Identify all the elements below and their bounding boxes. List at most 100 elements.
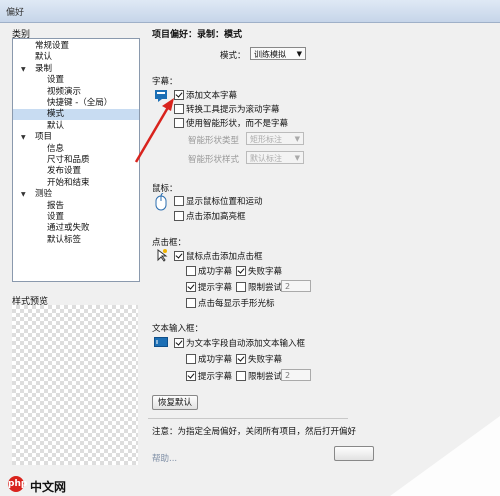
tree-item-label: 测验	[35, 189, 53, 200]
restore-defaults-button[interactable]: 恢复默认	[152, 395, 198, 410]
auto-text-input-label: 为文本字段自动添加文本输入框	[186, 339, 306, 349]
click-success-label: 成功字幕	[198, 267, 233, 277]
auto-text-input-checkbox[interactable]	[174, 338, 184, 348]
click-fail-checkbox[interactable]	[236, 266, 246, 276]
click-limit-label: 限制尝试	[248, 283, 283, 293]
php-logo: php	[8, 476, 27, 492]
site-watermark: php 中文网	[4, 474, 114, 494]
tree-item[interactable]: ▼ 录制	[13, 64, 139, 75]
mouse-click-checkbox[interactable]	[174, 251, 184, 261]
tree-item[interactable]: 设置	[13, 212, 139, 223]
smart-shape-type-select[interactable]: 矩形标注 ▼	[246, 132, 304, 145]
tree-item[interactable]: 模式	[13, 109, 139, 121]
tree-item-label: 视频演示	[47, 86, 82, 97]
smart-shape-type-label: 智能形状类型	[188, 136, 240, 146]
click-box-heading: 点击框：	[152, 238, 187, 248]
page-title: 项目偏好：录制：模式	[152, 30, 243, 40]
text-hint-checkbox[interactable]	[186, 371, 196, 381]
smart-shape-style-value: 默认标注	[250, 154, 282, 163]
smart-shape-type-value: 矩形标注	[250, 135, 282, 144]
smart-shape-label: 使用智能形状，而不是字幕	[186, 119, 289, 129]
hand-cursor-label: 点击每显示手形光标	[198, 299, 275, 309]
text-success-checkbox[interactable]	[186, 354, 196, 364]
tree-item-label: 模式	[47, 109, 65, 120]
expand-arrow-icon[interactable]: ▼	[21, 64, 26, 75]
tree-item-label: 默认	[47, 120, 65, 131]
text-limit-stepper[interactable]: 2	[281, 369, 311, 381]
window-title: 偏好	[6, 8, 25, 18]
tree-item[interactable]: 常规设置	[13, 41, 139, 52]
expand-arrow-icon[interactable]: ▼	[21, 132, 26, 143]
show-mouse-position-label: 显示鼠标位置和运动	[186, 197, 263, 207]
tree-item[interactable]: ▼ 测验	[13, 189, 139, 200]
text-fail-label: 失败字幕	[248, 355, 283, 365]
tree-item-label: 常规设置	[35, 41, 70, 51]
preferences-window: 偏好 类别 常规设置 默认 ▼ 录制 设置 视频演示 快捷键 -（全局） 模式 默认 ▼ 项目 信息尺…	[0, 0, 500, 496]
chevron-down-icon: ▼	[294, 135, 300, 143]
show-mouse-position-checkbox[interactable]	[174, 196, 184, 206]
captions-heading: 字幕：	[152, 77, 178, 87]
mode-select[interactable]: 训练模拟 ▼	[250, 47, 306, 60]
style-preview	[12, 305, 138, 465]
tree-item[interactable]: 信息	[13, 144, 139, 155]
tree-item[interactable]: 通过或失败	[13, 223, 139, 234]
click-hint-checkbox[interactable]	[186, 282, 196, 292]
chevron-down-icon: ▼	[296, 50, 302, 58]
add-text-captions-label: 添加文本字幕	[186, 91, 238, 101]
tree-item[interactable]: 快捷键 -（全局）	[13, 98, 139, 109]
smart-shape-style-select[interactable]: 默认标注 ▼	[246, 151, 304, 164]
mode-label: 模式：	[220, 51, 246, 61]
tree-item[interactable]: 尺寸和品质	[13, 155, 139, 166]
tree-item[interactable]: 开始和结束	[13, 178, 139, 189]
text-limit-value: 2	[285, 371, 291, 380]
tree-item[interactable]: 发布设置	[13, 166, 139, 177]
click-hint-label: 提示字幕	[198, 283, 233, 293]
tree-item-label: 设置	[47, 212, 65, 222]
watermark-text: 中文网	[30, 480, 67, 494]
tree-item[interactable]: 默认	[13, 52, 139, 63]
tree-item[interactable]: 报告	[13, 201, 139, 212]
tree-item[interactable]: 设置	[13, 75, 139, 86]
tree-item[interactable]: 视频演示	[13, 87, 139, 98]
click-limit-stepper[interactable]: 2	[281, 280, 311, 292]
tree-item-label: 默认标签	[47, 234, 82, 245]
tree-item-label: 录制	[35, 63, 53, 74]
text-hint-label: 提示字幕	[198, 372, 233, 382]
tree-item-label: 信息	[47, 143, 65, 154]
click-limit-checkbox[interactable]	[236, 282, 246, 292]
hand-cursor-checkbox[interactable]	[186, 298, 196, 308]
tree-item[interactable]: 默认标签	[13, 235, 139, 246]
smart-shape-style-label: 智能形状样式	[188, 155, 240, 165]
convert-tooltips-label: 转换工具提示为滚动字幕	[186, 105, 280, 115]
divider	[148, 418, 348, 419]
tree-item-label: 默认	[35, 52, 53, 63]
click-highlight-checkbox[interactable]	[174, 211, 184, 221]
annotation-arrow	[134, 98, 174, 163]
tree-item-label: 通过或失败	[47, 223, 90, 234]
mouse-click-label: 鼠标点击添加点击框	[186, 252, 263, 262]
expand-arrow-icon[interactable]: ▼	[21, 189, 26, 200]
text-fail-checkbox[interactable]	[236, 354, 246, 364]
category-tree[interactable]: 常规设置 默认 ▼ 录制 设置 视频演示 快捷键 -（全局） 模式 默认 ▼ 项目 信息 尺寸和品质 发布…	[12, 38, 140, 282]
click-highlight-label: 点击添加高亮框	[186, 212, 246, 222]
chevron-down-icon: ▼	[294, 154, 300, 162]
corner-watermark-icon	[390, 416, 500, 496]
tree-item-label: 报告	[47, 200, 65, 211]
tree-item-label: 快捷键 -（全局）	[47, 98, 113, 108]
text-limit-checkbox[interactable]	[236, 371, 246, 381]
mode-select-value: 训练模拟	[254, 50, 286, 59]
text-success-label: 成功字幕	[198, 355, 233, 365]
click-limit-value: 2	[285, 282, 291, 291]
mouse-icon	[155, 193, 167, 211]
click-fail-label: 失败字幕	[248, 267, 283, 277]
help-link[interactable]: 帮助...	[152, 452, 177, 464]
text-input-heading: 文本输入框：	[152, 324, 204, 334]
tree-item[interactable]: ▼ 项目	[13, 132, 139, 143]
tree-item-label: 设置	[47, 75, 65, 86]
text-input-icon	[154, 337, 168, 347]
click-success-checkbox[interactable]	[186, 266, 196, 276]
tree-item[interactable]: 默认	[13, 121, 139, 132]
tree-item-label: 项目	[35, 132, 53, 143]
tree-item-label: 发布设置	[47, 166, 82, 177]
title-bar: 偏好	[0, 0, 500, 23]
